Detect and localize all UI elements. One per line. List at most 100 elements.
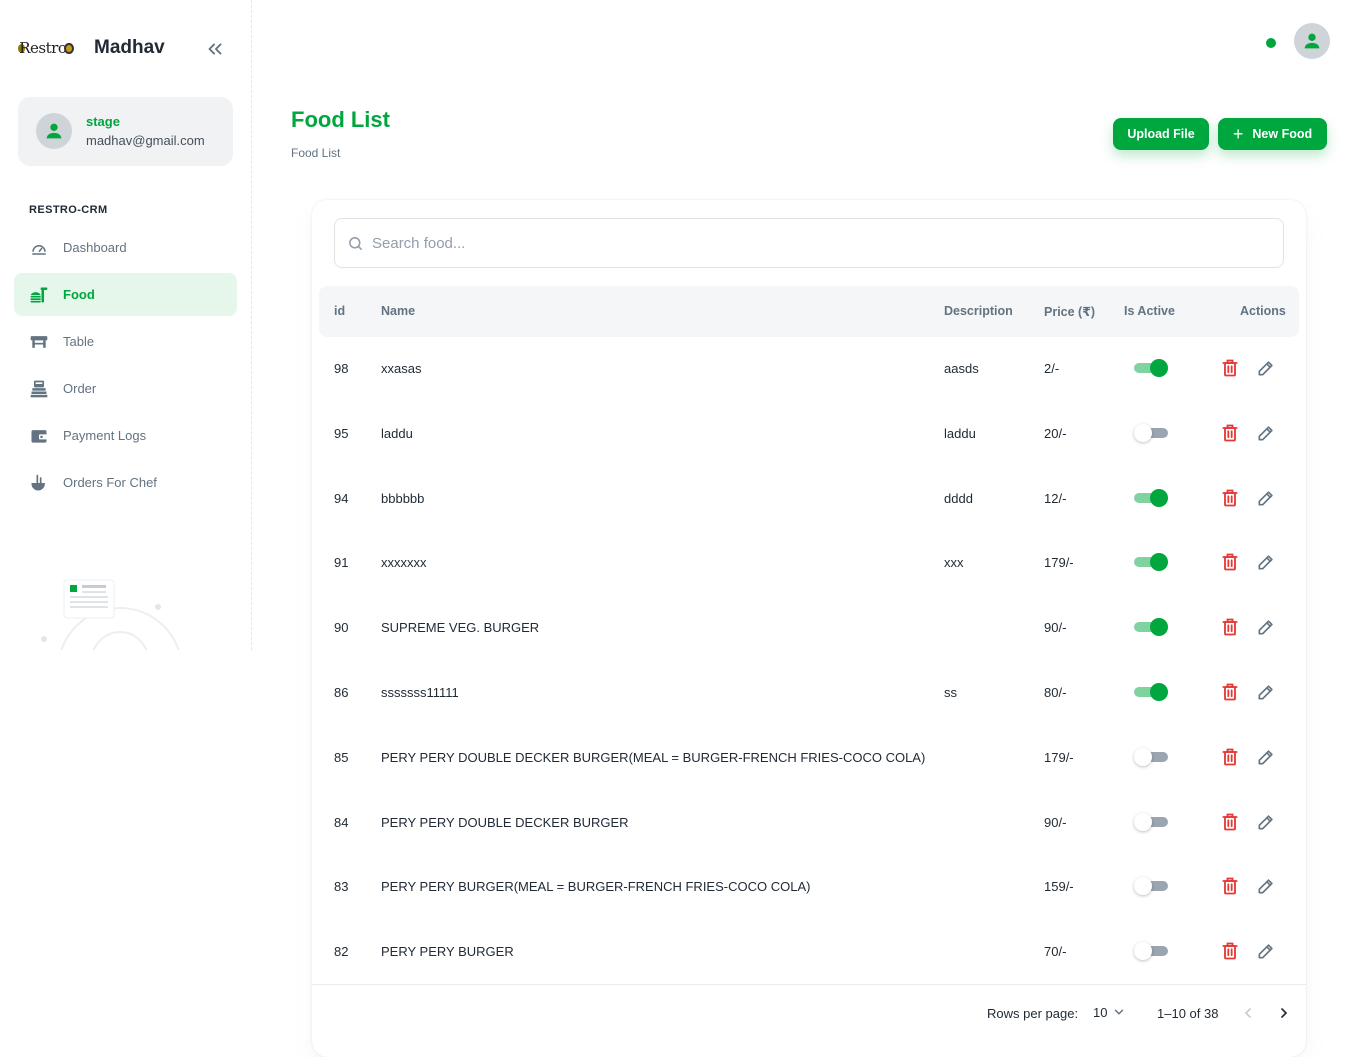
table-body: 98 xxasas aasds 2/- 95 laddu laddu 20/- 94 bbbbbb…: [312, 336, 1306, 984]
sidebar-item-label: Order: [63, 381, 97, 396]
table-row[interactable]: 84 PERY PERY DOUBLE DECKER BURGER 90/-: [312, 790, 1306, 855]
user-name: stage: [86, 114, 120, 129]
cell-price: 12/-: [1044, 490, 1067, 506]
upload-file-button[interactable]: Upload File: [1113, 118, 1209, 150]
delete-icon[interactable]: [1220, 747, 1240, 767]
column-header-description[interactable]: Description: [944, 304, 1013, 318]
table-row[interactable]: 90 SUPREME VEG. BURGER 90/-: [312, 595, 1306, 660]
cell-name: SUPREME VEG. BURGER: [381, 620, 540, 636]
cell-price: 80/-: [1044, 684, 1067, 700]
new-food-label: New Food: [1252, 127, 1313, 141]
is-active-toggle[interactable]: [1134, 747, 1168, 766]
rows-per-page-select[interactable]: 10: [1093, 1005, 1107, 1020]
edit-icon[interactable]: [1256, 617, 1276, 637]
chef-icon: [29, 473, 49, 493]
column-header-price[interactable]: Price (₹): [1044, 304, 1095, 319]
table-row[interactable]: 83 PERY PERY BURGER(MEAL = BURGER-FRENCH …: [312, 854, 1306, 919]
cell-price: 70/-: [1044, 944, 1067, 960]
delete-icon[interactable]: [1220, 358, 1240, 378]
delete-icon[interactable]: [1220, 617, 1240, 637]
cell-name: PERY PERY DOUBLE DECKER BURGER(MEAL = BU…: [381, 749, 926, 765]
sidebar-item-label: Food: [63, 287, 95, 302]
search-box[interactable]: [334, 218, 1284, 268]
cell-description: aasds: [944, 361, 979, 376]
cell-id: 90: [334, 620, 349, 636]
cell-description: laddu: [944, 425, 976, 441]
sidebar-item-dashboard[interactable]: Dashboard: [14, 226, 237, 269]
table-row[interactable]: 86 sssssss11111 ss 80/-: [312, 660, 1306, 725]
sidebar-item-order[interactable]: Order: [14, 367, 237, 410]
edit-icon[interactable]: [1256, 941, 1276, 961]
edit-icon[interactable]: [1256, 682, 1276, 702]
cell-name: PERY PERY BURGER(MEAL = BURGER-FRENCH FR…: [381, 879, 811, 895]
food-table-card: id Name Description Price (₹) Is Active …: [312, 200, 1306, 1057]
edit-icon[interactable]: [1256, 552, 1276, 572]
is-active-toggle[interactable]: [1134, 359, 1168, 377]
nav-section-title: RESTRO-CRM: [29, 204, 108, 216]
delete-icon[interactable]: [1220, 552, 1240, 572]
sidebar-illustration: [30, 575, 190, 650]
is-active-toggle[interactable]: [1134, 812, 1168, 831]
is-active-toggle[interactable]: [1134, 553, 1168, 572]
delete-icon[interactable]: [1220, 876, 1240, 896]
user-card[interactable]: stage madhav@gmail.com: [18, 97, 233, 166]
cell-id: 91: [334, 555, 349, 571]
is-active-toggle[interactable]: [1134, 618, 1168, 637]
breadcrumb[interactable]: Food List: [291, 146, 340, 160]
chevron-right-icon[interactable]: [1276, 1005, 1292, 1024]
sidebar-item-payment-logs[interactable]: Payment Logs: [14, 414, 237, 457]
is-active-toggle[interactable]: [1134, 423, 1168, 442]
edit-icon[interactable]: [1256, 812, 1276, 832]
sidebar-item-food[interactable]: Food: [14, 273, 237, 316]
brand[interactable]: Restro Madhav: [18, 34, 165, 62]
search-input[interactable]: [372, 234, 1252, 252]
upload-file-label: Upload File: [1127, 127, 1195, 141]
cell-id: 98: [334, 361, 349, 376]
column-header-is-active[interactable]: Is Active: [1124, 304, 1175, 318]
table-header: id Name Description Price (₹) Is Active …: [319, 286, 1299, 337]
sidebar-item-label: Dashboard: [63, 240, 127, 255]
cell-price: 179/-: [1044, 749, 1074, 765]
table-row[interactable]: 91 xxxxxxx xxx 179/-: [312, 530, 1306, 595]
cell-price: 179/-: [1044, 555, 1074, 571]
is-active-toggle[interactable]: [1134, 488, 1168, 507]
delete-icon[interactable]: [1220, 488, 1240, 508]
column-header-actions: Actions: [1240, 304, 1286, 318]
account-avatar[interactable]: [1294, 23, 1330, 59]
column-header-id[interactable]: id: [334, 304, 345, 318]
sidebar-item-label: Table: [63, 334, 95, 349]
is-active-toggle[interactable]: [1134, 942, 1168, 961]
table-row[interactable]: 94 bbbbbb dddd 12/-: [312, 466, 1306, 531]
delete-icon[interactable]: [1220, 941, 1240, 961]
column-header-name[interactable]: Name: [381, 304, 415, 318]
is-active-toggle[interactable]: [1134, 877, 1168, 896]
cell-id: 85: [334, 749, 349, 765]
cell-description: xxx: [944, 555, 964, 571]
cell-price: 90/-: [1044, 814, 1067, 830]
table-row[interactable]: 98 xxasas aasds 2/-: [312, 336, 1306, 401]
delete-icon[interactable]: [1220, 423, 1240, 443]
edit-icon[interactable]: [1256, 358, 1276, 378]
sidebar-item-table[interactable]: Table: [14, 320, 237, 363]
chevron-left-icon[interactable]: [1240, 1005, 1256, 1024]
table-icon: [29, 332, 49, 352]
table-row[interactable]: 95 laddu laddu 20/-: [312, 401, 1306, 466]
table-row[interactable]: 85 PERY PERY DOUBLE DECKER BURGER(MEAL = …: [312, 725, 1306, 790]
plus-icon: +: [1232, 124, 1244, 144]
cell-id: 86: [334, 684, 349, 700]
sidebar: Restro Madhav stage madhav@gmail.com RES…: [0, 0, 252, 650]
sidebar-item-orders-for-chef[interactable]: Orders For Chef: [14, 461, 237, 504]
user-avatar: [36, 113, 72, 149]
edit-icon[interactable]: [1256, 488, 1276, 508]
new-food-button[interactable]: + New Food: [1218, 118, 1327, 150]
is-active-toggle[interactable]: [1134, 682, 1168, 701]
table-row[interactable]: 82 PERY PERY BURGER 70/-: [312, 919, 1306, 984]
pagination-range: 1–10 of 38: [1157, 1006, 1219, 1021]
delete-icon[interactable]: [1220, 812, 1240, 832]
edit-icon[interactable]: [1256, 423, 1276, 443]
chevron-down-icon[interactable]: [1112, 1005, 1126, 1022]
collapse-sidebar-icon[interactable]: [204, 38, 226, 60]
edit-icon[interactable]: [1256, 876, 1276, 896]
delete-icon[interactable]: [1220, 682, 1240, 702]
edit-icon[interactable]: [1256, 747, 1276, 767]
